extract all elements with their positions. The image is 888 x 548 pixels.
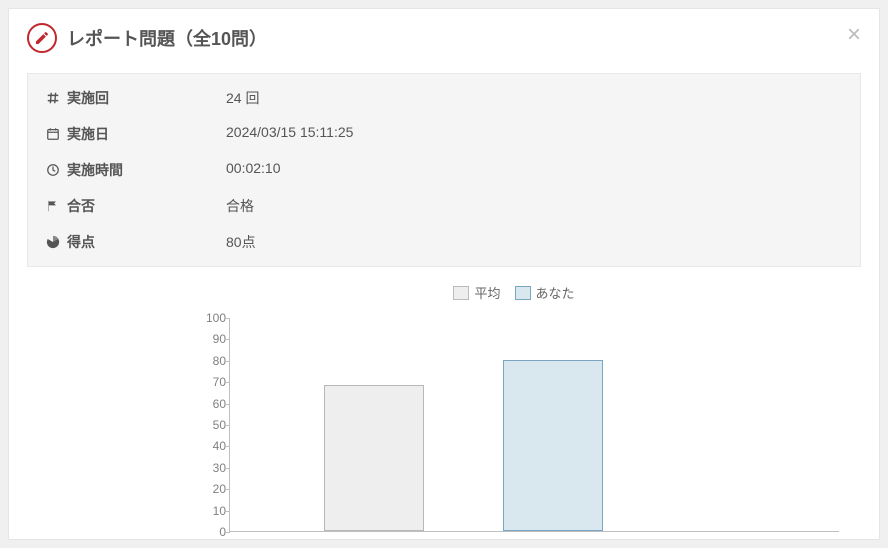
result-label-text: 合否: [67, 196, 95, 216]
info-row-attempt: 実施回 24 回: [28, 80, 860, 116]
info-panel: 実施回 24 回 実施日 2024/03/15 15:11:25 実施時間 00…: [27, 73, 861, 267]
result-modal: レポート問題（全10問） × 実施回 24 回 実施日 2024/03/15 1…: [8, 8, 880, 540]
score-label-text: 得点: [67, 232, 95, 252]
y-tick-label: 10: [196, 504, 226, 518]
date-value: 2024/03/15 15:11:25: [226, 124, 353, 144]
y-tick-label: 60: [196, 397, 226, 411]
info-row-score: 得点 80点: [28, 224, 860, 260]
legend-item-you[interactable]: あなた: [515, 283, 575, 302]
score-value: 80点: [226, 232, 256, 252]
y-tick-label: 30: [196, 461, 226, 475]
flag-icon: [46, 199, 60, 213]
y-tick-label: 40: [196, 439, 226, 453]
date-label-text: 実施日: [67, 124, 109, 144]
legend-swatch-you: [515, 286, 531, 300]
info-row-date: 実施日 2024/03/15 15:11:25: [28, 116, 860, 152]
clock-icon: [46, 163, 60, 177]
chart-container: 平均 あなた 0102030405060708090100: [9, 283, 879, 532]
result-value: 合格: [226, 196, 254, 216]
legend-item-avg[interactable]: 平均: [453, 283, 500, 302]
close-icon[interactable]: ×: [847, 23, 861, 47]
bar-avg[interactable]: [324, 385, 424, 531]
info-label-date: 実施日: [46, 124, 226, 144]
attempt-value: 24 回: [226, 88, 259, 108]
hash-icon: [46, 91, 60, 105]
duration-label-text: 実施時間: [67, 160, 123, 180]
y-tick-label: 100: [196, 311, 226, 325]
y-tick-label: 80: [196, 354, 226, 368]
attempt-label-text: 実施回: [67, 88, 109, 108]
y-tick-label: 70: [196, 375, 226, 389]
calendar-icon: [46, 127, 60, 141]
info-row-duration: 実施時間 00:02:10: [28, 152, 860, 188]
info-label-result: 合否: [46, 196, 226, 216]
legend-label-avg: 平均: [474, 283, 500, 302]
chart-legend: 平均 あなた: [189, 283, 839, 302]
pie-icon: [46, 235, 60, 249]
legend-swatch-avg: [453, 286, 469, 300]
pencil-circle-icon: [27, 23, 57, 53]
legend-label-you: あなた: [536, 283, 575, 302]
bar-chart: 0102030405060708090100: [229, 312, 839, 532]
info-label-score: 得点: [46, 232, 226, 252]
y-tick-label: 90: [196, 332, 226, 346]
y-tick-label: 0: [196, 525, 226, 539]
duration-value: 00:02:10: [226, 160, 281, 180]
y-tick-label: 50: [196, 418, 226, 432]
modal-title: レポート問題（全10問）: [67, 25, 267, 51]
modal-header: レポート問題（全10問） ×: [9, 9, 879, 63]
info-row-result: 合否 合格: [28, 188, 860, 224]
info-label-duration: 実施時間: [46, 160, 226, 180]
info-label-attempt: 実施回: [46, 88, 226, 108]
bar-you[interactable]: [503, 360, 603, 531]
y-tick-label: 20: [196, 482, 226, 496]
